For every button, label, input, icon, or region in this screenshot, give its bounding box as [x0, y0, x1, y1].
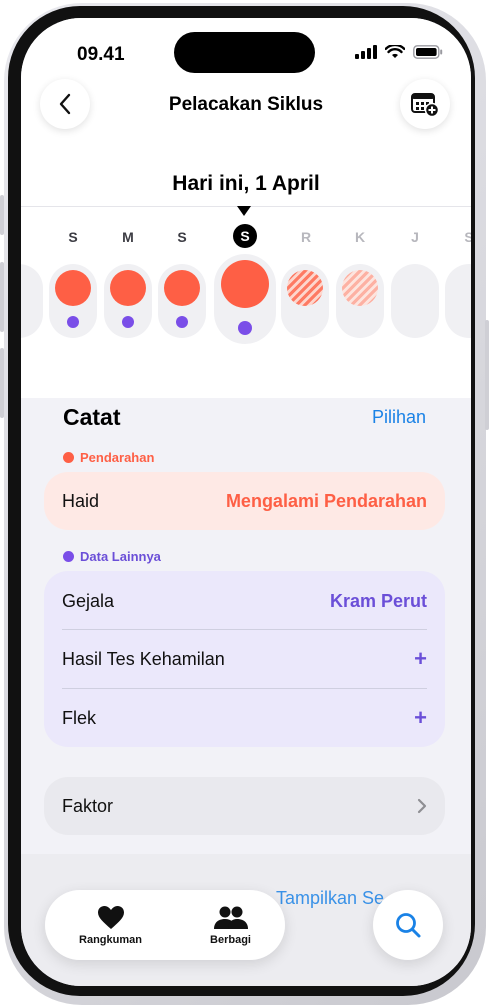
factors-row[interactable]: Faktor: [62, 777, 427, 835]
options-link[interactable]: Pilihan: [372, 407, 426, 428]
symptom-dot: [122, 316, 134, 328]
factors-label: Faktor: [62, 795, 114, 816]
period-row[interactable]: Haid Mengalami Pendarahan: [62, 472, 427, 530]
calendar-add-icon: [411, 93, 439, 117]
search-button[interactable]: [373, 890, 443, 960]
add-spotting-icon[interactable]: +: [414, 705, 427, 731]
tab-summary-label: Rangkuman: [79, 933, 142, 946]
day-label: M: [122, 229, 134, 245]
pregnancy-test-row[interactable]: Hasil Tes Kehamilan +: [62, 630, 427, 688]
people-icon: [213, 906, 248, 929]
symptoms-value: Kram Perut: [329, 590, 427, 611]
symptom-dot: [67, 316, 79, 328]
period-value: Mengalami Pendarahan: [225, 490, 427, 511]
period-flow-dot: [110, 270, 146, 306]
other-data-category-text: Data Lainnya: [80, 549, 161, 564]
day-label-today: S: [233, 224, 257, 248]
factors-card[interactable]: Faktor: [44, 777, 445, 835]
day-label: S: [177, 229, 187, 245]
power-button: [485, 320, 489, 430]
day-label: J: [411, 229, 419, 245]
period-flow-dot: [164, 270, 200, 306]
day-cell[interactable]: [158, 264, 206, 338]
day-label: R: [300, 229, 312, 245]
date-title: Hari ini, 1 April: [172, 172, 320, 195]
other-data-dot-icon: [63, 551, 74, 562]
period-label: Haid: [62, 490, 100, 511]
side-button: [0, 195, 4, 235]
show-more-link[interactable]: Tampilkan Se: [276, 888, 384, 909]
signal-icon: [355, 45, 377, 59]
predicted-period-dot: [342, 270, 378, 306]
period-card[interactable]: Haid Mengalami Pendarahan: [44, 472, 445, 530]
day-cell[interactable]: [281, 264, 329, 338]
pregnancy-test-label: Hasil Tes Kehamilan: [62, 648, 225, 669]
day-cell[interactable]: [336, 264, 384, 338]
day-cell[interactable]: [104, 264, 152, 338]
wifi-icon: [385, 45, 405, 58]
symptom-dot: [176, 316, 188, 328]
symptoms-row[interactable]: Gejala Kram Perut: [62, 572, 427, 630]
day-label: D: [21, 229, 31, 245]
symptoms-label: Gejala: [62, 590, 115, 611]
bleeding-dot-icon: [63, 452, 74, 463]
today-pointer-icon: [237, 206, 251, 216]
predicted-period-dot: [287, 270, 323, 306]
add-pregnancy-test-icon[interactable]: +: [414, 646, 427, 672]
volume-down-button: [0, 348, 4, 418]
header: 09.41 Pelacakan Siklus Hari ini, 1 April…: [21, 18, 471, 398]
chevron-right-icon: [417, 798, 427, 814]
day-cell[interactable]: [49, 264, 97, 338]
day-label: S: [68, 229, 78, 245]
tab-sharing[interactable]: Berbagi: [210, 905, 251, 946]
day-cell-today[interactable]: [214, 254, 276, 344]
spotting-row[interactable]: Flek +: [62, 689, 427, 747]
tab-summary[interactable]: Rangkuman: [79, 905, 142, 946]
other-data-card: Gejala Kram Perut Hasil Tes Kehamilan + …: [44, 571, 445, 747]
heart-icon: [97, 905, 124, 929]
search-icon: [396, 913, 421, 938]
dynamic-island: [174, 32, 315, 73]
status-icons: [355, 45, 443, 59]
screen: 09.41 Pelacakan Siklus Hari ini, 1 April…: [21, 18, 471, 986]
log-title: Catat: [63, 404, 121, 430]
bleeding-category-label: Pendarahan: [63, 450, 154, 465]
day-label: S: [464, 229, 471, 245]
status-time: 09.41: [77, 44, 125, 65]
bleeding-category-text: Pendarahan: [80, 450, 155, 465]
day-cell[interactable]: [445, 264, 471, 338]
period-flow-dot: [55, 270, 91, 306]
day-cell[interactable]: [21, 264, 43, 338]
period-flow-dot: [221, 260, 269, 308]
battery-icon: [413, 45, 443, 59]
add-calendar-button[interactable]: [400, 79, 450, 129]
day-cell[interactable]: [391, 264, 439, 338]
spotting-label: Flek: [62, 707, 97, 728]
volume-up-button: [0, 262, 4, 332]
other-data-category-label: Data Lainnya: [63, 549, 161, 564]
day-label: K: [354, 229, 366, 245]
tab-bar: Rangkuman Berbagi: [45, 890, 285, 960]
symptom-dot: [238, 321, 252, 335]
tab-sharing-label: Berbagi: [210, 933, 251, 946]
